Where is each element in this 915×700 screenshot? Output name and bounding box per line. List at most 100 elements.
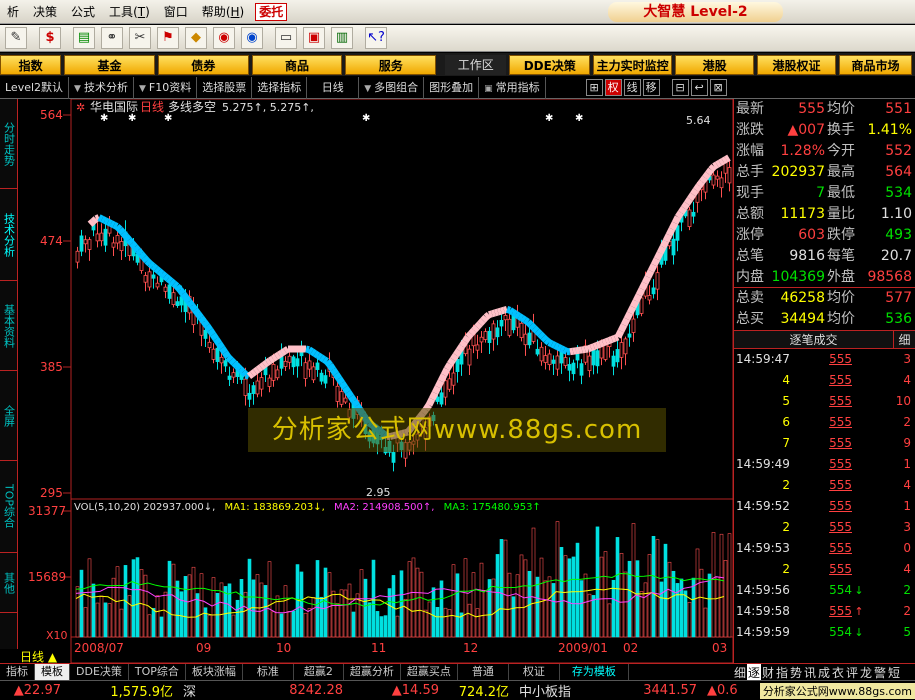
func-common-indicator[interactable]: ▣ 常用指标: [479, 76, 546, 99]
rights-toggle[interactable]: 权: [604, 79, 622, 96]
btab-warrant[interactable]: 权证: [509, 664, 560, 680]
window-icon[interactable]: ▣: [303, 27, 325, 49]
right-tab[interactable]: 讯: [803, 664, 817, 681]
notepad-icon[interactable]: ▭: [275, 27, 297, 49]
nav-dde-button[interactable]: DDE决策: [509, 54, 591, 75]
volume-bar: [235, 599, 240, 638]
tools-icon[interactable]: ✂: [129, 27, 151, 49]
tab-top-composite[interactable]: TOP综合: [0, 461, 17, 553]
chart-settings-icon[interactable]: ✲: [76, 101, 85, 114]
func-select-indicator[interactable]: 选择指标: [252, 76, 308, 99]
volume-bar: [555, 521, 560, 638]
volume-bar: [351, 611, 356, 638]
flag-icon[interactable]: ⚑: [157, 27, 179, 49]
candle-body: [223, 360, 228, 367]
btab-dde[interactable]: DDE决策: [70, 664, 129, 680]
help-pointer-icon[interactable]: ↖?: [365, 27, 387, 49]
candle-body: [219, 356, 224, 364]
btab-normal[interactable]: 普通: [458, 664, 509, 680]
nav-hk-button[interactable]: 港股: [675, 54, 755, 75]
right-tab[interactable]: 财: [761, 664, 775, 681]
func-tech-analysis[interactable]: ▼ 技术分析: [69, 76, 134, 99]
nav-service-button[interactable]: 服务: [345, 54, 437, 75]
nav-workspace-label[interactable]: 工作区: [445, 54, 507, 75]
right-tab[interactable]: 成: [817, 664, 831, 681]
cd-icon[interactable]: ◉: [213, 27, 235, 49]
btab-standard[interactable]: 标准: [243, 664, 294, 680]
func-level2-default[interactable]: Level2默认: [0, 76, 70, 99]
nav-commodity-market-button[interactable]: 商品市场: [838, 54, 912, 75]
move-toggle[interactable]: 移: [642, 79, 660, 96]
btab-top[interactable]: TOP综合: [129, 664, 186, 680]
func-period[interactable]: 日线: [307, 76, 360, 99]
func-overlay[interactable]: 图形叠加: [424, 76, 480, 99]
nav-hk-warrant-button[interactable]: 港股权证: [757, 54, 836, 75]
dollar-icon[interactable]: $: [39, 27, 61, 49]
tab-intraday[interactable]: 分时走势: [0, 99, 17, 189]
menu-trade-button[interactable]: 委托: [255, 2, 288, 21]
nav-bond-button[interactable]: 债券: [157, 54, 249, 75]
tab-fullscreen[interactable]: 全屏: [0, 371, 17, 461]
func-multi-chart[interactable]: ▼ 多图组合: [359, 76, 425, 99]
func-f10[interactable]: ▼ F10资料: [134, 76, 198, 99]
price-tick-564: 564: [40, 108, 63, 122]
menu-analysis[interactable]: 析: [0, 0, 26, 24]
pen-icon[interactable]: ✎: [5, 27, 27, 49]
right-tab[interactable]: 警: [873, 664, 887, 681]
btab-template[interactable]: 模板: [35, 664, 70, 680]
ma-ribbon: [210, 332, 219, 341]
nav-monitor-button[interactable]: 主力实时监控: [593, 54, 673, 75]
nav-fund-button[interactable]: 基金: [64, 54, 155, 75]
right-tab[interactable]: 龙: [859, 664, 873, 681]
right-tab[interactable]: 短: [887, 664, 901, 681]
line-toggle[interactable]: 线: [623, 79, 641, 96]
ma-ribbon: [617, 323, 628, 333]
nav-index-button[interactable]: 指数: [0, 54, 62, 75]
diamond-icon[interactable]: ◆: [185, 27, 207, 49]
kline-chart[interactable]: 564 474 385 295 31377 15689 X10 ✲ 华电国际 日…: [18, 99, 733, 663]
menu-window[interactable]: 窗口: [157, 0, 195, 24]
btab-chaoying-analysis[interactable]: 超赢分析: [344, 664, 401, 680]
nav-commodity-button[interactable]: 商品: [251, 54, 343, 75]
quote-value: 9816: [789, 248, 825, 264]
status-site-link[interactable]: 分析家公式网www.88gs.com: [759, 682, 915, 699]
window-restore-icon[interactable]: ⊟: [671, 79, 689, 96]
tab-other[interactable]: 其他: [0, 553, 17, 613]
ma-ribbon: [505, 305, 512, 314]
menu-formula[interactable]: 公式: [64, 0, 102, 24]
btab-chaoying2[interactable]: 超赢2: [294, 664, 344, 680]
right-tab[interactable]: 势: [789, 664, 803, 681]
candle-body: [95, 233, 100, 242]
ma-ribbon: [183, 295, 192, 304]
ma-ribbon: [310, 348, 317, 357]
btab-indicator[interactable]: 指标: [0, 664, 35, 680]
tick-detail-button[interactable]: 细: [893, 331, 915, 348]
ma-ribbon: [114, 223, 123, 232]
btab-save-template[interactable]: 存为模板: [560, 664, 629, 680]
right-tab[interactable]: 指: [775, 664, 789, 681]
tab-tech-analysis[interactable]: 技术分析: [0, 189, 17, 281]
right-tab[interactable]: 细: [733, 664, 747, 681]
menu-tools[interactable]: 工具(T): [102, 0, 157, 24]
disc-icon[interactable]: ◉: [241, 27, 263, 49]
btab-sector[interactable]: 板块涨幅: [186, 664, 243, 680]
btab-chaoying-buy[interactable]: 超赢买点: [401, 664, 458, 680]
books-icon[interactable]: ▥: [331, 27, 353, 49]
binoculars-icon[interactable]: ⚭: [101, 27, 123, 49]
money-icon[interactable]: ▤: [73, 27, 95, 49]
grid-icon[interactable]: ⊞: [585, 79, 603, 96]
right-tab[interactable]: 衣: [831, 664, 845, 681]
chevron-down-icon: ▼: [364, 83, 372, 94]
menu-decision[interactable]: 决策: [26, 0, 64, 24]
func-select-stock[interactable]: 选择股票: [197, 76, 253, 99]
tab-basic-info[interactable]: 基本资料: [0, 281, 17, 371]
candle-body: [591, 349, 596, 366]
close-icon[interactable]: ⊠: [709, 79, 727, 96]
back-icon[interactable]: ↩: [690, 79, 708, 96]
menu-help[interactable]: 帮助(H): [195, 0, 251, 24]
right-tab[interactable]: 逐: [747, 663, 761, 681]
volume-bar: [167, 560, 172, 638]
volume-bar: [127, 595, 132, 638]
right-tab[interactable]: 评: [845, 664, 859, 681]
tick-row: 14:59:53 555 0: [734, 538, 915, 559]
